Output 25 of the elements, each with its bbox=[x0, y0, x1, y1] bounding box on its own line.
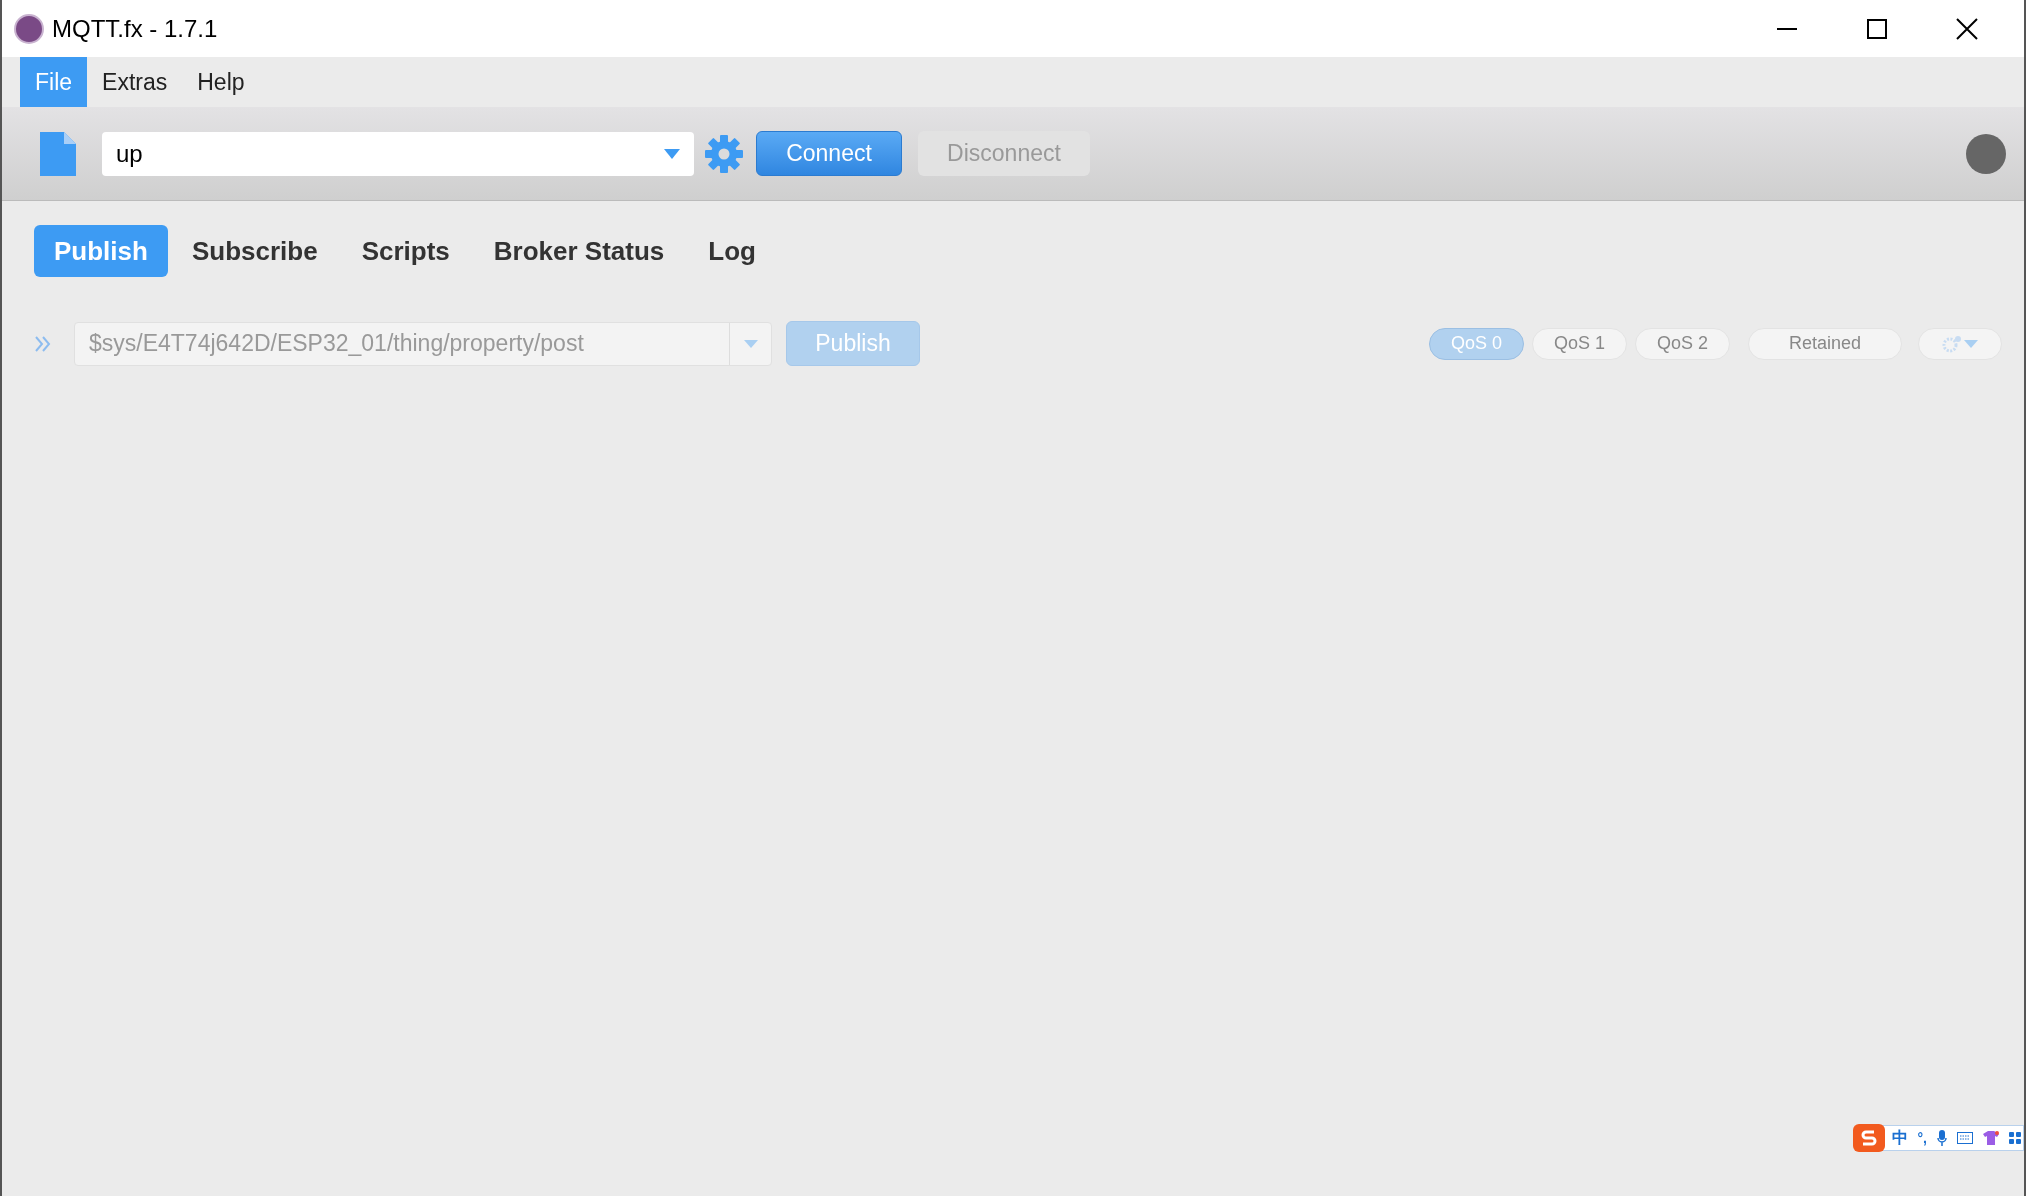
caret-icon bbox=[1964, 339, 1978, 348]
gears-icon bbox=[1942, 334, 1962, 353]
menu-item[interactable]: Extras bbox=[87, 57, 183, 107]
tab[interactable]: Log bbox=[688, 225, 776, 277]
ime-logo-icon[interactable] bbox=[1852, 1124, 1885, 1152]
menu-item[interactable]: File bbox=[20, 57, 88, 107]
tab[interactable]: Broker Status bbox=[473, 225, 685, 277]
tab[interactable]: Publish bbox=[34, 225, 168, 277]
maximize-icon[interactable] bbox=[1866, 17, 1888, 40]
tab[interactable]: Scripts bbox=[341, 225, 470, 277]
menu-item[interactable]: Help bbox=[182, 57, 260, 107]
caret-icon bbox=[664, 148, 680, 159]
ime-punctuation-toggle[interactable]: °, bbox=[1917, 1127, 1927, 1149]
ime-mode-toggle[interactable]: 中 bbox=[1891, 1126, 1908, 1150]
close-icon[interactable] bbox=[1956, 17, 1978, 40]
window-title: MQTT.fx - 1.7.1 bbox=[52, 13, 218, 44]
profile-dropdown[interactable]: up bbox=[102, 131, 694, 176]
app-logo-icon bbox=[14, 13, 44, 44]
grid-icon[interactable] bbox=[2009, 1132, 2021, 1144]
tab[interactable]: Subscribe bbox=[171, 225, 338, 277]
microphone-icon[interactable] bbox=[1937, 1130, 1947, 1146]
shirt-icon[interactable] bbox=[1983, 1131, 1999, 1145]
connect-button[interactable]: Connect bbox=[756, 131, 902, 176]
keyboard-icon[interactable] bbox=[1957, 1132, 1973, 1144]
caret-icon bbox=[743, 339, 758, 348]
